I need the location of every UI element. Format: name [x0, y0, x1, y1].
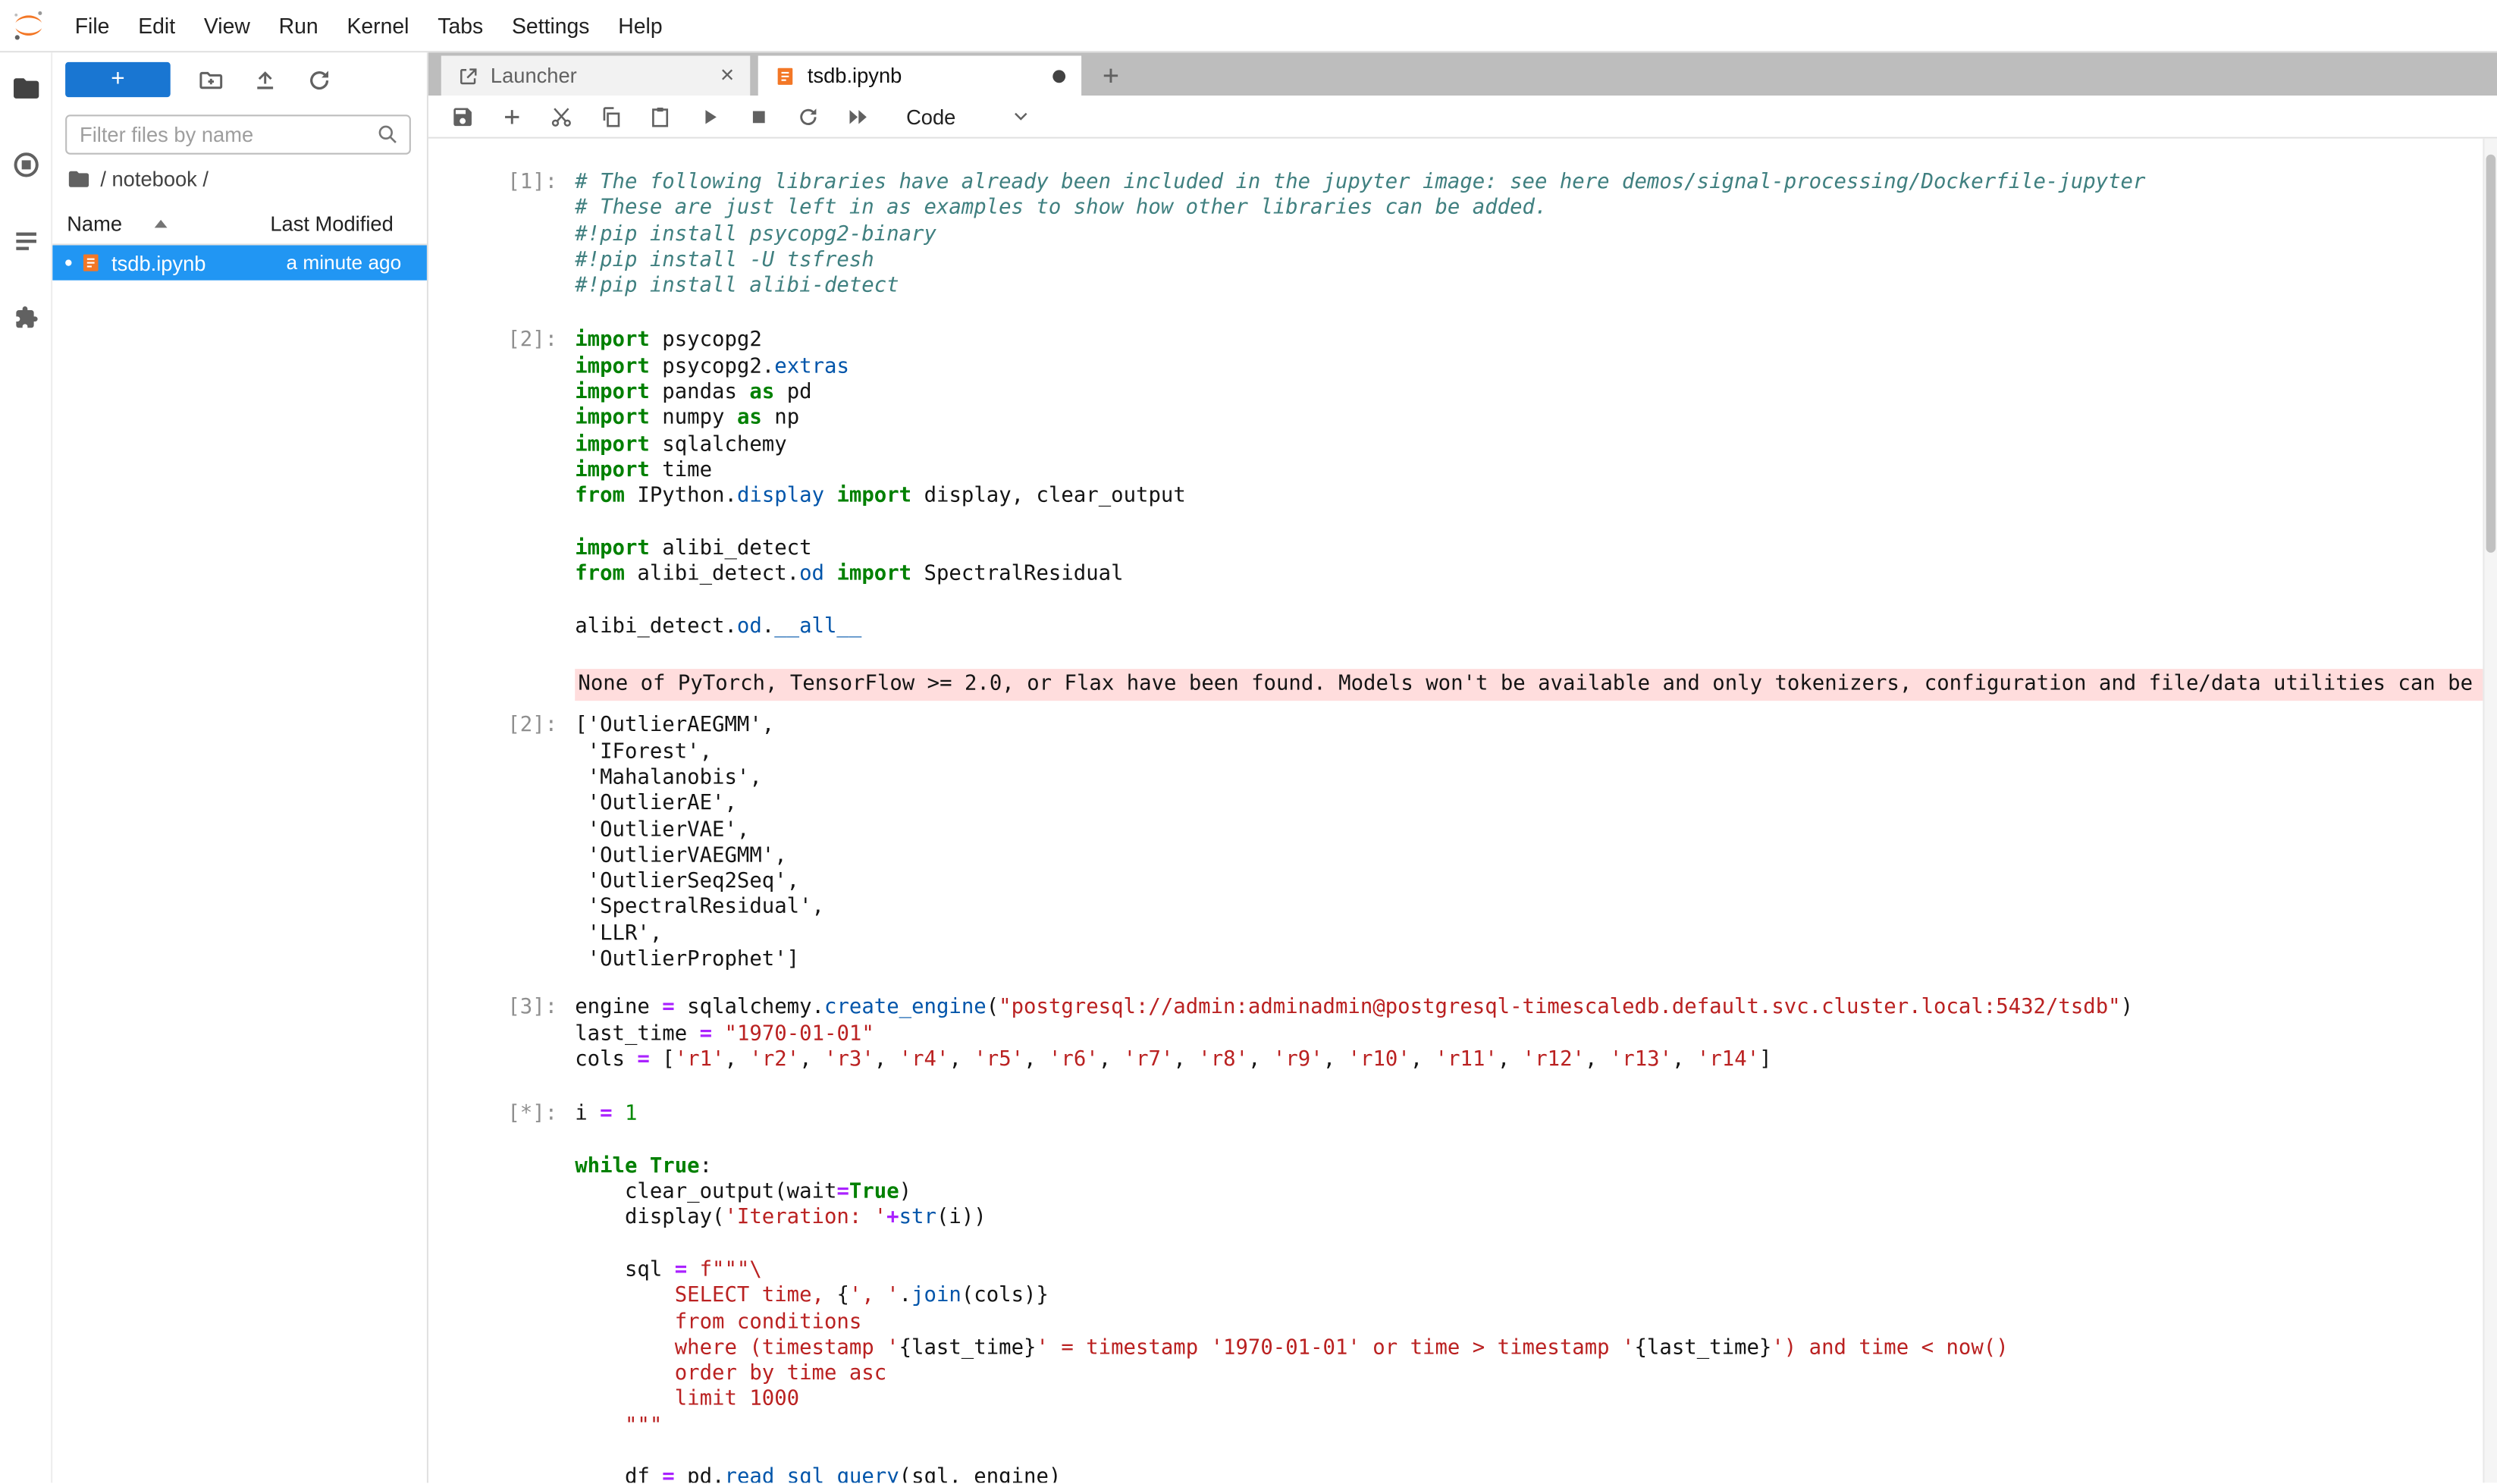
- cell-type-dropdown[interactable]: Code: [906, 105, 1032, 129]
- file-filter-input[interactable]: [77, 121, 376, 149]
- restart-kernel-icon[interactable]: [795, 104, 820, 130]
- menu-help[interactable]: Help: [604, 14, 676, 38]
- menu-view[interactable]: View: [190, 14, 265, 38]
- menu-kernel[interactable]: Kernel: [333, 14, 424, 38]
- launcher-tab-icon: [457, 64, 479, 86]
- stderr-output-cell: None of PyTorch, TensorFlow >= 2.0, or F…: [428, 669, 2497, 701]
- cell-output-text: ['OutlierAEGMM', 'IForest', 'Mahalanobis…: [575, 714, 2497, 974]
- chevron-down-icon: [1010, 105, 1032, 127]
- search-icon: [376, 123, 400, 147]
- menu-settings[interactable]: Settings: [497, 14, 604, 38]
- activity-bar: [0, 52, 52, 1482]
- code-cell[interactable]: [*]:i = 1 while True: clear_output(wait=…: [428, 1103, 2497, 1483]
- new-launcher-button[interactable]: +: [65, 62, 171, 97]
- breadcrumb-path: / notebook /: [100, 168, 209, 192]
- notebook-icon: [774, 64, 796, 86]
- upload-icon[interactable]: [250, 65, 279, 94]
- notebook-icon: [80, 252, 102, 274]
- interrupt-kernel-icon[interactable]: [745, 104, 771, 130]
- file-row-tsdb-ipynb[interactable]: tsdb.ipynb a minute ago: [52, 245, 427, 280]
- file-filter-box: [65, 115, 411, 155]
- file-name: tsdb.ipynb: [111, 251, 205, 275]
- cell-prompt: [1]:: [428, 171, 575, 300]
- main-area: Launcher × tsdb.ipynb: [428, 52, 2497, 1482]
- add-cell-icon[interactable]: [498, 104, 524, 130]
- notebook-cells: [1]:# The following libraries have alrea…: [428, 139, 2497, 1483]
- menu-edit[interactable]: Edit: [124, 14, 190, 38]
- breadcrumb[interactable]: / notebook /: [52, 155, 427, 191]
- running-kernels-tab-icon[interactable]: [10, 148, 42, 180]
- code-cell[interactable]: [3]:engine = sqlalchemy.create_engine("p…: [428, 996, 2497, 1074]
- unsaved-changes-indicator[interactable]: [1052, 69, 1065, 82]
- menu-file[interactable]: File: [61, 14, 124, 38]
- code-cell[interactable]: [2]:import psycopg2import psycopg2.extra…: [428, 329, 2497, 641]
- cell-prompt: [3]:: [428, 996, 575, 1074]
- cell-editor[interactable]: # The following libraries have already b…: [575, 171, 2497, 300]
- menu-run[interactable]: Run: [265, 14, 333, 38]
- output-cell: [2]:['OutlierAEGMM', 'IForest', 'Mahalan…: [428, 714, 2497, 974]
- home-folder-icon[interactable]: [67, 168, 91, 192]
- refresh-icon[interactable]: [304, 65, 333, 94]
- column-last-modified[interactable]: Last Modified: [270, 212, 393, 236]
- cell-type-value: Code: [906, 105, 955, 129]
- close-icon[interactable]: ×: [720, 64, 734, 88]
- restart-run-all-icon[interactable]: [844, 104, 870, 130]
- file-modified: a minute ago: [286, 252, 401, 274]
- tab-tsdb-ipynb[interactable]: tsdb.ipynb: [758, 56, 1081, 96]
- cell-editor[interactable]: import psycopg2import psycopg2.extrasimp…: [575, 329, 2497, 641]
- dock-tab-bar: Launcher × tsdb.ipynb: [428, 52, 2497, 96]
- copy-cells-icon[interactable]: [598, 104, 623, 130]
- cell-output-text: None of PyTorch, TensorFlow >= 2.0, or F…: [575, 669, 2497, 701]
- sort-ascending-icon[interactable]: [154, 220, 167, 228]
- tab-launcher[interactable]: Launcher ×: [441, 56, 750, 96]
- jupyter-logo-icon: [10, 6, 48, 44]
- notebook-scroll-area: [1]:# The following libraries have alrea…: [428, 139, 2497, 1483]
- menu-items: File Edit View Run Kernel Tabs Settings …: [61, 14, 677, 38]
- table-of-contents-tab-icon[interactable]: [10, 224, 42, 256]
- file-browser-tab-icon[interactable]: [10, 72, 42, 104]
- running-kernel-indicator: [65, 259, 71, 265]
- cut-cells-icon[interactable]: [548, 104, 574, 130]
- code-cell[interactable]: [1]:# The following libraries have alrea…: [428, 171, 2497, 300]
- menu-bar: File Edit View Run Kernel Tabs Settings …: [0, 0, 2497, 52]
- new-tab-button[interactable]: [1090, 56, 1131, 96]
- cell-prompt: [2]:: [428, 329, 575, 641]
- cell-prompt: [*]:: [428, 1103, 575, 1483]
- cell-prompt: [2]:: [428, 714, 575, 974]
- notebook-toolbar: Code: [428, 96, 2497, 139]
- cell-prompt: [428, 669, 575, 701]
- extension-manager-tab-icon[interactable]: [10, 301, 42, 333]
- column-name[interactable]: Name: [67, 212, 122, 236]
- file-list: tsdb.ipynb a minute ago: [52, 245, 427, 280]
- jupyterlab-window: File Edit View Run Kernel Tabs Settings …: [0, 0, 2497, 1484]
- run-cell-icon[interactable]: [696, 104, 722, 130]
- paste-cells-icon[interactable]: [647, 104, 673, 130]
- save-icon[interactable]: [449, 104, 475, 130]
- scrollbar-thumb[interactable]: [2486, 155, 2496, 553]
- new-folder-icon[interactable]: [196, 65, 224, 94]
- cell-editor[interactable]: i = 1 while True: clear_output(wait=True…: [575, 1103, 2497, 1483]
- file-list-header: Name Last Modified: [52, 204, 427, 246]
- tab-label: Launcher: [491, 64, 577, 88]
- file-browser-panel: + / note: [52, 52, 428, 1482]
- vertical-scrollbar[interactable]: [2483, 139, 2497, 1483]
- menu-tabs[interactable]: Tabs: [423, 14, 497, 38]
- file-browser-toolbar: +: [52, 52, 427, 100]
- cell-editor[interactable]: engine = sqlalchemy.create_engine("postg…: [575, 996, 2497, 1074]
- tab-label: tsdb.ipynb: [808, 64, 902, 88]
